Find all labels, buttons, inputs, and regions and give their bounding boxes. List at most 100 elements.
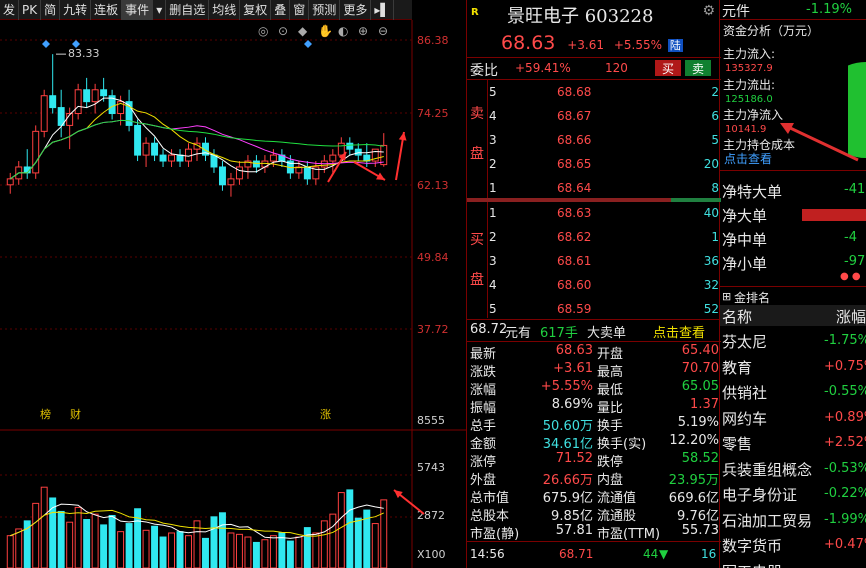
toolbar-button[interactable]: 连板	[91, 0, 123, 20]
toolbar-button[interactable]: 事件	[122, 0, 154, 20]
rank-pct: -0.22%	[824, 486, 866, 501]
stat-value: 8.69%	[551, 397, 593, 412]
sell-button[interactable]: 卖	[685, 60, 711, 76]
rank-row[interactable]: 芬太尼 -1.75%	[720, 330, 866, 354]
rank-row[interactable]: 数字货币 +0.47%	[720, 534, 866, 558]
buy-level-row[interactable]: 3 68.61 36	[487, 249, 721, 273]
event-flag[interactable]: 财	[70, 407, 81, 421]
chart-tool-icon[interactable]: ⊕	[358, 24, 368, 38]
stat-label: 换手	[597, 419, 624, 434]
event-flag[interactable]: 榜	[40, 407, 51, 421]
click-view-link[interactable]: 点击查看	[724, 150, 772, 167]
stat-label: 涨停	[470, 455, 497, 470]
event-flag[interactable]: 涨	[320, 408, 331, 421]
weibi-pct: +59.41%	[515, 61, 571, 75]
event-marker-icon[interactable]	[42, 40, 50, 48]
stat-value: +3.61	[553, 361, 593, 376]
toolbar-button[interactable]: 预测	[309, 0, 341, 20]
weibi-num: 120	[605, 61, 628, 75]
rank-name: 电子身份证	[722, 486, 798, 504]
sector-pct: -1.19%	[806, 2, 852, 17]
toolbar-button[interactable]: 复权	[240, 0, 272, 20]
chart-tool-icon[interactable]: ◆	[298, 24, 308, 38]
candle-body	[269, 154, 277, 162]
rank-pct: -0.55%	[824, 384, 866, 399]
net-value: 10141.9	[725, 124, 767, 135]
volume-bar	[151, 525, 159, 568]
chart-tool-icon[interactable]: ⊖	[378, 24, 388, 38]
chart-tool-icon[interactable]: ◐	[338, 24, 348, 38]
toolbar-button[interactable]: ▸▌	[371, 0, 394, 20]
stat-label: 涨跌	[470, 365, 497, 380]
toolbar-button[interactable]: 均线	[209, 0, 241, 20]
buy-level-row[interactable]: 2 68.62 1	[487, 225, 721, 249]
toolbar-button[interactable]: 九转	[60, 0, 92, 20]
volume-bar	[218, 512, 226, 568]
candle-body	[346, 142, 354, 150]
chart-tool-icon[interactable]: ◎	[258, 24, 268, 38]
stats-row: 外盘 26.66万 内盘 23.95万	[467, 469, 721, 488]
buy-sell-ratio-bar	[467, 198, 721, 202]
sell-level-row[interactable]: 4 68.67 6	[487, 104, 721, 128]
divider	[720, 170, 866, 171]
rank-row[interactable]: 电子身份证 -0.22%	[720, 483, 866, 507]
level-volume: 5	[711, 133, 719, 147]
sell-level-row[interactable]: 3 68.66 5	[487, 128, 721, 152]
sell-level-row[interactable]: 1 68.64 8	[487, 176, 721, 200]
level-num: 5	[489, 302, 497, 316]
annotation-arrow	[780, 123, 859, 162]
sell-level-row[interactable]: 2 68.65 20	[487, 152, 721, 176]
stats-row: 涨停 71.52 跌停 58.52	[467, 451, 721, 470]
level-num: 3	[489, 254, 497, 268]
candle-body	[100, 89, 108, 97]
buy-button[interactable]: 买	[655, 60, 681, 76]
stat-value: 5.19%	[677, 415, 719, 430]
toolbar-button[interactable]: 删自选	[166, 0, 210, 20]
candle-body	[235, 166, 243, 180]
rank-row[interactable]: 零售 +2.52%	[720, 432, 866, 456]
rank-title: 金排名	[734, 291, 771, 305]
chart-tool-icon[interactable]: ✋	[318, 24, 333, 38]
rank-row[interactable]: 军工电器	[720, 560, 866, 568]
rank-pct: -0.53%	[824, 460, 866, 476]
stats-row: 市盈(静) 57.81 市盈(TTM) 55.73	[467, 523, 721, 542]
rank-row[interactable]: 网约车 +0.89%	[720, 407, 866, 431]
sector-name[interactable]: 元件	[722, 1, 750, 21]
rank-row[interactable]: 教育 +0.75%	[720, 356, 866, 380]
toolbar-button[interactable]: 窗	[290, 0, 310, 20]
stat-label: 最低	[597, 383, 624, 398]
toolbar-button[interactable]: 发	[0, 0, 20, 20]
toolbar-button[interactable]: PK	[19, 0, 42, 20]
candle-body	[40, 95, 48, 132]
kline-chart[interactable]: 86.3874.2562.1349.8437.72855557432872X10…	[0, 20, 466, 568]
rank-col-name[interactable]: 名称	[722, 306, 752, 327]
sell-level-row[interactable]: 5 68.68 2	[487, 80, 721, 104]
volume-bar	[49, 497, 57, 568]
chart-tool-icon[interactable]: ⊙	[278, 24, 288, 38]
stat-label: 开盘	[597, 347, 624, 362]
event-marker-icon[interactable]	[304, 40, 312, 48]
buy-level-row[interactable]: 4 68.60 32	[487, 273, 721, 297]
big-trade-link[interactable]: 点击查看	[653, 322, 705, 341]
toolbar-button[interactable]: 简	[41, 0, 61, 20]
buy-level-row[interactable]: 1 68.63 40	[487, 201, 721, 225]
pager-dots[interactable]: ● ●	[840, 271, 861, 282]
stat-value: 68.63	[555, 343, 593, 358]
gear-icon[interactable]: ⚙	[702, 3, 715, 19]
rank-row[interactable]: 石油加工贸易 -1.99%	[720, 509, 866, 533]
rank-col-pct[interactable]: 涨幅	[836, 306, 866, 327]
rank-toggle-icon[interactable]: ⊞	[722, 290, 731, 303]
divider	[720, 286, 866, 287]
level-volume: 20	[703, 157, 719, 171]
level-num: 2	[489, 157, 497, 171]
stat-value: 9.76亿	[677, 509, 719, 524]
toolbar-button[interactable]: ▾	[153, 0, 167, 20]
toolbar-button[interactable]: 更多	[340, 0, 372, 20]
volume-bar	[6, 535, 14, 568]
buy-level-row[interactable]: 5 68.59 52	[487, 297, 721, 321]
toolbar-button[interactable]: 叠	[271, 0, 291, 20]
rank-row[interactable]: 兵装重组概念 -0.53%	[720, 458, 866, 482]
big-trade-bar[interactable]: 68.72 元有 617手 大卖单 点击查看	[467, 320, 721, 341]
rank-row[interactable]: 供销社 -0.55%	[720, 381, 866, 405]
candle-body	[134, 124, 142, 156]
